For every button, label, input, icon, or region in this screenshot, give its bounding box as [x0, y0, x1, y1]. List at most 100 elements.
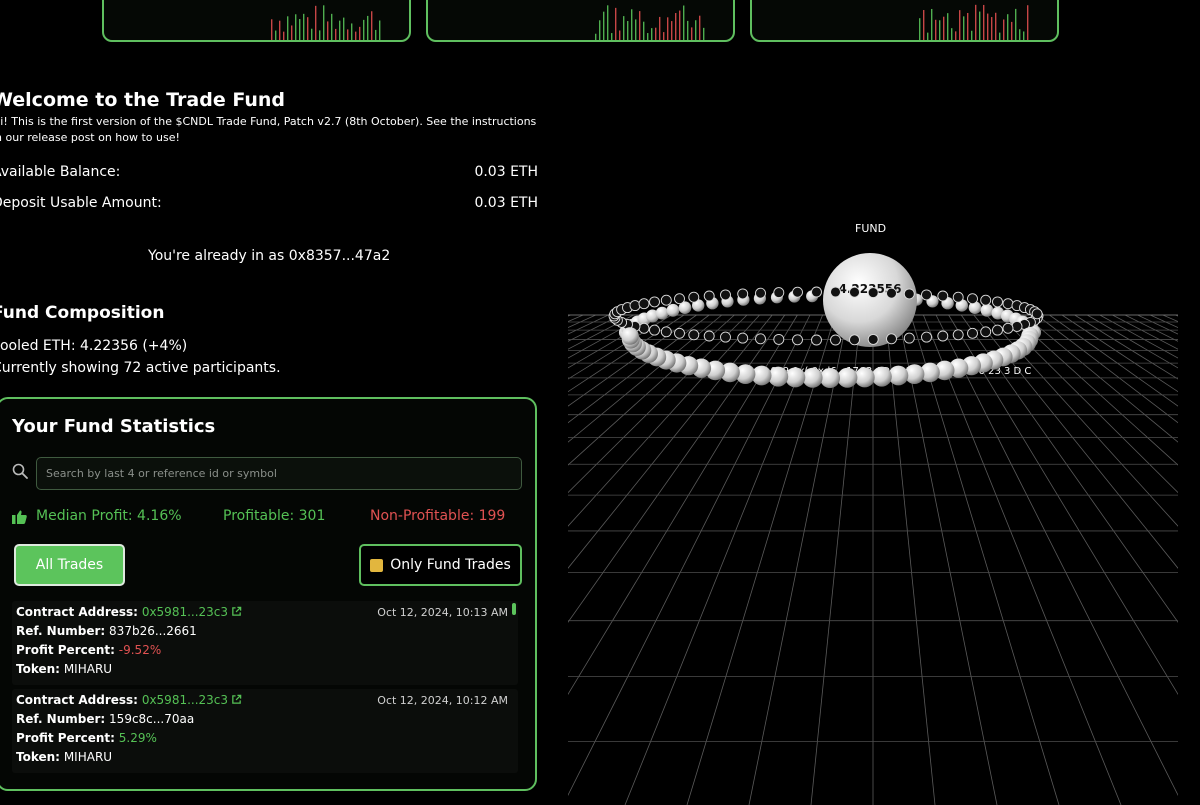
participant-label-token [1002, 322, 1014, 334]
participant-label-token [952, 291, 964, 303]
participant-bead[interactable] [837, 367, 858, 388]
candle-bar [299, 19, 301, 40]
contract-address-link[interactable]: 0x5981...23c3 [142, 693, 228, 707]
candle-bar [339, 20, 341, 40]
pooled-eth: Pooled ETH: 4.22356 (+4%) [0, 338, 188, 354]
candle-bar [1011, 21, 1013, 40]
fund-sphere[interactable] [823, 253, 917, 347]
participant-label-token [937, 330, 949, 342]
external-link-icon[interactable] [231, 694, 242, 705]
participant-bead[interactable] [785, 367, 806, 388]
grid-line [568, 314, 748, 494]
trade-item: Contract Address: 0x5981...23c3 Ref. Num… [12, 601, 518, 685]
participant-label-token [849, 334, 860, 346]
participant-label-token [1011, 320, 1023, 332]
grid-line [1175, 314, 1178, 317]
participant-label-token [1002, 298, 1014, 310]
candle-bar [979, 11, 981, 40]
summary-card-3 [750, 0, 1059, 42]
participant-label-token [638, 298, 650, 310]
trade-list-scrollbar[interactable] [512, 603, 516, 615]
profit-label: Profit Percent: [16, 731, 115, 745]
grid-line [960, 314, 1178, 623]
summary-card-2 [426, 0, 735, 42]
candle-bar [623, 16, 625, 40]
grid-line [910, 314, 1060, 805]
candle-bar [303, 13, 305, 40]
candle-bar [675, 13, 677, 40]
participant-bead[interactable] [820, 368, 840, 388]
checkbox-icon[interactable] [370, 558, 384, 572]
grid-line [1023, 314, 1178, 443]
mini-candle-chart [919, 4, 1029, 40]
participant-bead[interactable] [802, 367, 823, 388]
all-trades-label: All Trades [35, 557, 104, 573]
candle-bar [927, 32, 929, 40]
participant-label-token [886, 333, 897, 345]
candle-bar [319, 30, 321, 40]
grid-line [998, 314, 1178, 494]
profit-label: Profit Percent: [16, 643, 115, 657]
grid-line [568, 314, 584, 322]
fund-label: FUND [855, 222, 887, 235]
participant-label-token [903, 332, 915, 344]
profitable-count: Profitable: 301 [223, 508, 326, 524]
only-fund-trades-toggle[interactable]: Only Fund Trades [359, 544, 522, 586]
candle-bar [311, 28, 313, 40]
candle-bar [955, 31, 957, 40]
external-link-icon[interactable] [231, 606, 242, 617]
participant-bead[interactable] [655, 306, 669, 320]
all-trades-button[interactable]: All Trades [14, 544, 125, 586]
participant-bead[interactable] [854, 367, 875, 388]
candle-bar [1027, 5, 1029, 40]
candle-bar [919, 18, 921, 40]
participant-label-token [937, 290, 949, 302]
grid-line [568, 314, 609, 335]
participant-label-token [703, 330, 715, 342]
candle-bar [683, 5, 685, 40]
participant-bead[interactable] [980, 303, 994, 317]
participant-label-token [638, 322, 650, 334]
participant-label-token [720, 331, 731, 343]
deposit-amount-label: Deposit Usable Amount: [0, 195, 162, 211]
candle-bar [995, 12, 997, 40]
participant-bead[interactable] [621, 327, 639, 345]
grid-line [935, 314, 1178, 796]
ref-label: Ref. Number: [16, 712, 106, 726]
candle-bar [991, 17, 993, 40]
participant-bead[interactable] [666, 303, 680, 317]
grid-line [748, 314, 849, 805]
ref-label: Ref. Number: [16, 624, 106, 638]
participant-label-token [674, 327, 685, 339]
fund-3d-visualization[interactable]: 4.223556 0x 0x 0x 0x 0x9 0x( 0xd6...17C3… [568, 250, 1178, 805]
candle-bar [371, 11, 373, 40]
participant-label-token [849, 286, 860, 298]
participant-label-token [952, 329, 964, 341]
summary-card-1 [102, 0, 411, 42]
participant-bead[interactable] [871, 366, 892, 387]
candle-bar [679, 10, 681, 40]
grid-line [923, 314, 1122, 805]
grid-line [568, 314, 710, 424]
candle-bar [703, 27, 705, 40]
participant-label-token [629, 300, 641, 312]
grid-line [568, 314, 798, 696]
candle-bar [323, 5, 325, 40]
ref-number: 837b26...2661 [109, 624, 197, 638]
candle-bar [275, 30, 277, 40]
candle-bar [1015, 8, 1017, 40]
mini-candle-chart [595, 5, 705, 40]
grid-line [1112, 314, 1178, 350]
grid-line [1162, 314, 1178, 322]
candle-bar [939, 20, 941, 40]
ref-number: 159c8c...70aa [109, 712, 195, 726]
participant-label-token [688, 329, 700, 341]
trade-item: Contract Address: 0x5981...23c3 Ref. Num… [12, 689, 518, 773]
grid-line [686, 314, 836, 805]
contract-address-link[interactable]: 0x5981...23c3 [142, 605, 228, 619]
fund-statistics-title: Your Fund Statistics [12, 416, 216, 437]
candle-bar [355, 31, 357, 40]
search-input[interactable] [36, 457, 522, 490]
trade-date: Oct 12, 2024, 10:12 AM [377, 694, 508, 707]
candle-bar [375, 29, 377, 40]
